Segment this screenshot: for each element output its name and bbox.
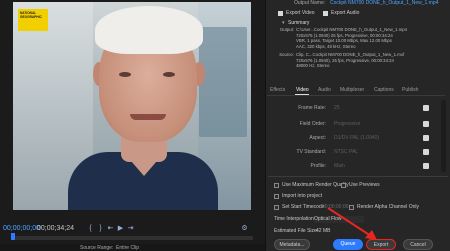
tab-captions[interactable]: Captions [374, 87, 394, 93]
source-range-select[interactable]: Entire Clip [116, 245, 139, 251]
file-size-label: Estimated File Size: [274, 228, 319, 234]
person-mouth [130, 114, 166, 120]
frame-rate-match-checkbox[interactable] [423, 105, 429, 111]
person-vneck [125, 154, 163, 176]
person-eye-left [119, 72, 131, 77]
tab-publish[interactable]: Publish [402, 87, 418, 93]
summary-source-line-3: 48000 Hz, Stereo [296, 63, 330, 68]
tab-multiplexer[interactable]: Multiplexer [340, 87, 364, 93]
summary-title: Summary [288, 20, 310, 26]
timecode-duration: 00;00;34;24 [37, 225, 74, 232]
video-preview: NATIONAL GEOGRAPHIC [13, 2, 251, 210]
export-video-checkbox[interactable] [278, 11, 283, 16]
time-interpolation-label: Time Interpolation: [274, 216, 316, 222]
frame-rate-label: Frame Rate: [298, 105, 326, 111]
aspect-label: Aspect: [309, 135, 326, 141]
summary-source-label: Source: [279, 52, 294, 57]
tab-video[interactable]: Video [296, 87, 309, 93]
cabinet-glass [199, 27, 247, 137]
export-audio-label: Export Audio [331, 10, 360, 16]
metadata-button[interactable]: Metadata... [274, 239, 310, 250]
set-start-timecode-checkbox[interactable] [274, 205, 279, 210]
summary-output-label: Output: [279, 27, 294, 32]
max-render-quality-checkbox[interactable] [274, 183, 279, 188]
output-name-label: Output Name: [294, 0, 326, 6]
cancel-button[interactable]: Cancel [403, 239, 433, 250]
export-video-label: Export Video [286, 10, 315, 16]
import-into-project-checkbox[interactable] [274, 194, 279, 199]
profile-value[interactable]: Main [334, 163, 345, 169]
export-audio-checkbox[interactable] [323, 11, 328, 16]
field-order-value[interactable]: Progressive [334, 121, 360, 127]
aspect-match-checkbox[interactable] [423, 135, 429, 141]
frame-rate-value[interactable]: 25 [334, 105, 340, 111]
scrub-bar[interactable] [13, 236, 253, 240]
go-to-in-icon[interactable]: ⇤ [106, 225, 115, 233]
summary-chevron-icon[interactable]: ▾ [282, 20, 285, 26]
settings-icon[interactable]: ⚙ [240, 225, 249, 233]
mark-in-icon[interactable]: { [86, 225, 95, 233]
source-monitor: NATIONAL GEOGRAPHIC 00;00;00;00 { } ⇤ ▶ … [0, 0, 265, 251]
max-render-quality-label: Use Maximum Render Quality [282, 182, 349, 188]
set-start-timecode-label: Set Start Timecode [282, 204, 325, 210]
summary-output-line-4: AAC, 320 kbps, 48 kHz, Stereo [296, 43, 356, 49]
import-into-project-label: Import into project [282, 193, 323, 199]
tab-effects[interactable]: Effects [270, 87, 285, 93]
annotation-arrow [327, 207, 377, 240]
settings-scrollbar[interactable] [441, 100, 446, 172]
tv-standard-value[interactable]: NTSC PAL [334, 149, 358, 155]
profile-match-checkbox[interactable] [423, 163, 429, 169]
tv-standard-match-checkbox[interactable] [423, 149, 429, 155]
options-divider [268, 176, 448, 177]
use-previews-checkbox[interactable] [341, 183, 346, 188]
person-eye-right [163, 72, 175, 77]
mark-out-icon[interactable]: } [96, 225, 105, 233]
playhead[interactable] [11, 233, 15, 240]
use-previews-label: Use Previews [349, 182, 380, 188]
tv-standard-label: TV Standard: [296, 149, 326, 155]
profile-label: Profile: [310, 163, 326, 169]
channel-logo: NATIONAL GEOGRAPHIC [18, 9, 48, 31]
field-order-label: Field Order: [299, 121, 326, 127]
aspect-value[interactable]: D1/DV PAL (1.0940) [334, 135, 379, 141]
tab-divider [267, 95, 445, 96]
person-hair [95, 6, 203, 54]
source-range-label: Source Range: [80, 245, 114, 251]
field-order-match-checkbox[interactable] [423, 121, 429, 127]
timecode-current: 00;00;00;00 [3, 225, 40, 232]
go-to-out-icon[interactable]: ⇥ [126, 225, 135, 233]
tab-active-indicator [295, 94, 309, 95]
tab-audio[interactable]: Audio [318, 87, 331, 93]
output-name-link[interactable]: Cockpit NM700 DONE_h_Output_1_New_1.mp4 [330, 0, 440, 6]
play-icon[interactable]: ▶ [116, 225, 125, 233]
